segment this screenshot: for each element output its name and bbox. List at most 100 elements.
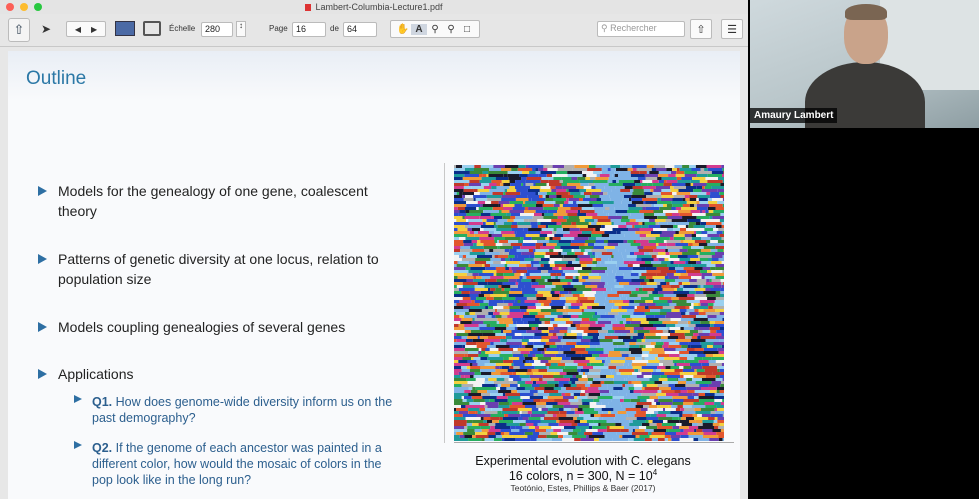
mosaic-segment <box>691 237 702 240</box>
mosaic-segment <box>469 210 484 213</box>
mosaic-segment <box>519 345 522 348</box>
mosaic-segment <box>650 309 661 312</box>
mosaic-segment <box>585 279 601 282</box>
mosaic-segment <box>454 189 464 192</box>
mosaic-segment <box>459 192 463 195</box>
mosaic-segment <box>598 336 605 339</box>
mosaic-segment <box>620 189 631 192</box>
mosaic-segment <box>467 360 477 363</box>
mosaic-segment <box>563 408 571 411</box>
mosaic-segment <box>571 339 581 342</box>
marquee-select-icon[interactable]: □ <box>459 24 475 35</box>
mosaic-segment <box>467 426 481 429</box>
mosaic-segment <box>545 237 550 240</box>
mosaic-segment <box>570 243 585 246</box>
mosaic-segment <box>591 231 605 234</box>
mosaic-segment <box>630 171 640 174</box>
mosaic-segment <box>454 222 469 225</box>
mosaic-segment <box>615 369 619 372</box>
mosaic-segment <box>600 414 616 417</box>
mosaic-segment <box>638 249 654 252</box>
zoom-out-icon[interactable]: ⚲ <box>443 24 459 35</box>
print-button[interactable] <box>142 19 162 37</box>
previous-page-icon[interactable]: ◀ <box>75 25 81 34</box>
mosaic-segment <box>567 252 575 255</box>
mosaic-segment <box>465 405 469 408</box>
mosaic-segment <box>536 204 543 207</box>
mosaic-segment <box>465 345 477 348</box>
mosaic-segment <box>692 213 706 216</box>
mosaic-segment <box>640 399 647 402</box>
mosaic-segment <box>622 294 625 297</box>
mosaic-segment <box>611 393 627 396</box>
sidebar-toggle-button[interactable]: ⇧ <box>8 18 30 42</box>
mosaic-segment <box>670 333 685 336</box>
mosaic-segment <box>536 402 547 405</box>
mosaic-segment <box>704 228 714 231</box>
mosaic-segment <box>587 387 599 390</box>
mosaic-segment <box>665 366 671 369</box>
page-number-input[interactable]: 16 <box>292 22 326 37</box>
mosaic-segment <box>643 345 646 348</box>
mosaic-segment <box>672 402 683 405</box>
mosaic-segment <box>705 312 720 315</box>
mosaic-segment <box>475 387 484 390</box>
search-field[interactable]: ⚲ Rechercher <box>597 21 685 37</box>
mosaic-segment <box>587 252 593 255</box>
mosaic-segment <box>589 201 603 204</box>
mosaic-segment <box>688 225 694 228</box>
mosaic-segment <box>503 300 515 303</box>
mosaic-segment <box>704 402 714 405</box>
mosaic-segment <box>577 366 583 369</box>
mosaic-segment <box>601 252 613 255</box>
mosaic-segment <box>517 300 521 303</box>
sidebar-list-button[interactable]: ☰ <box>721 19 743 39</box>
scale-stepper-icon[interactable]: ↕ <box>236 21 246 37</box>
mosaic-segment <box>680 429 684 432</box>
mosaic-segment <box>473 384 483 387</box>
mosaic-segment <box>485 408 492 411</box>
mosaic-segment <box>622 255 627 258</box>
mosaic-segment <box>567 282 571 285</box>
zoom-window-button[interactable] <box>34 3 42 11</box>
mosaic-segment <box>647 408 663 411</box>
mosaic-segment <box>521 333 535 336</box>
mosaic-segment <box>628 375 637 378</box>
text-tool-icon[interactable]: A <box>411 23 427 35</box>
mosaic-segment <box>694 408 701 411</box>
mosaic-segment <box>649 330 663 333</box>
mosaic-segment <box>614 246 627 249</box>
caption-line2-superscript: 4 <box>652 468 658 477</box>
minimize-window-button[interactable] <box>20 3 28 11</box>
mosaic-segment <box>454 183 465 186</box>
mosaic-segment <box>628 303 640 306</box>
next-page-icon[interactable]: ▶ <box>91 25 97 34</box>
mosaic-segment <box>483 321 497 324</box>
mosaic-segment <box>523 240 537 243</box>
mosaic-segment <box>608 363 624 366</box>
mosaic-segment <box>457 207 465 210</box>
zoom-in-icon[interactable]: ⚲ <box>427 24 443 35</box>
mosaic-segment <box>554 261 568 264</box>
mosaic-segment <box>454 435 460 438</box>
mosaic-segment <box>616 168 628 171</box>
scale-input[interactable]: 280 <box>201 22 233 37</box>
mosaic-segment <box>492 207 504 210</box>
mosaic-segment <box>616 270 632 273</box>
mosaic-segment <box>562 357 571 360</box>
mosaic-segment <box>576 201 590 204</box>
mosaic-segment <box>613 348 629 351</box>
mosaic-segment <box>626 249 639 252</box>
mosaic-segment <box>467 234 475 237</box>
slideshow-button[interactable] <box>114 19 136 37</box>
mosaic-segment <box>577 210 581 213</box>
mosaic-segment <box>665 165 675 168</box>
mosaic-segment <box>506 336 512 339</box>
close-window-button[interactable] <box>6 3 14 11</box>
share-button[interactable]: ⇧ <box>690 19 712 39</box>
mosaic-segment <box>579 258 593 261</box>
hand-tool-icon[interactable]: ✋ <box>395 24 411 35</box>
select-tool-button[interactable]: ➤ <box>36 18 56 40</box>
mosaic-segment <box>586 363 591 366</box>
mosaic-segment <box>670 285 680 288</box>
